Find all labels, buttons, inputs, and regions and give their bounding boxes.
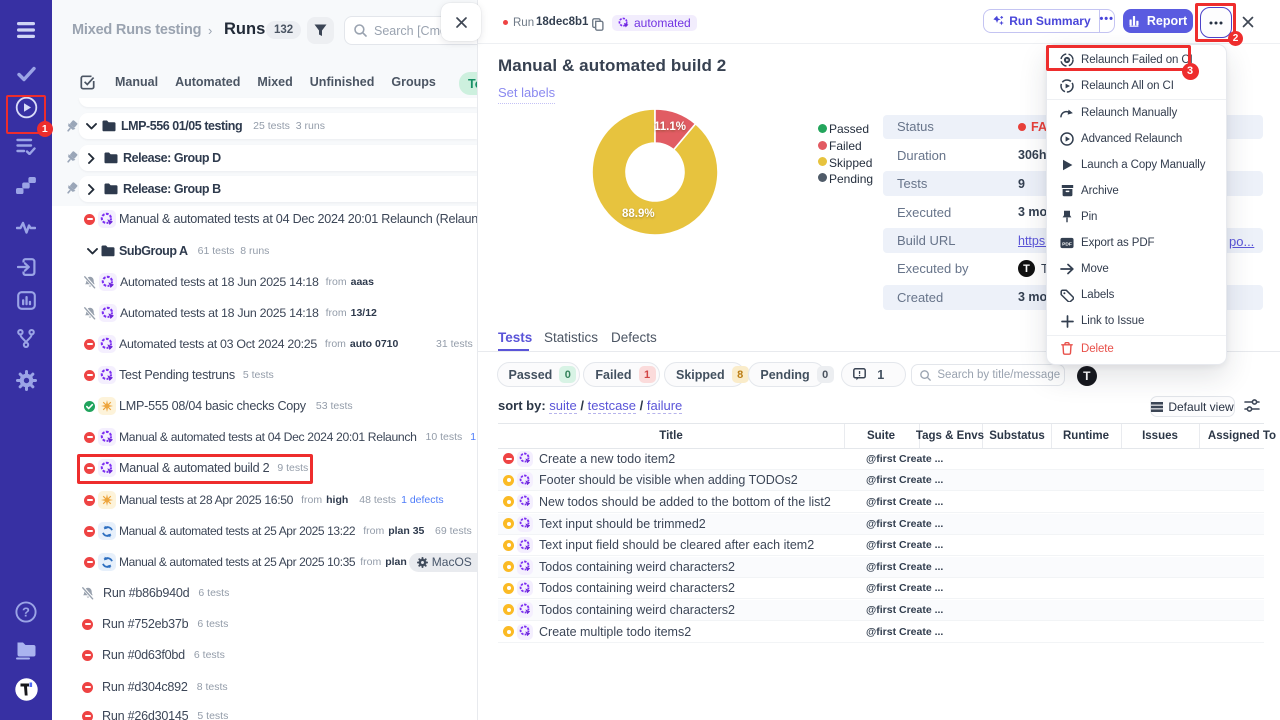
svg-text:?: ?	[22, 605, 30, 620]
svg-text:PDF: PDF	[1062, 241, 1072, 247]
